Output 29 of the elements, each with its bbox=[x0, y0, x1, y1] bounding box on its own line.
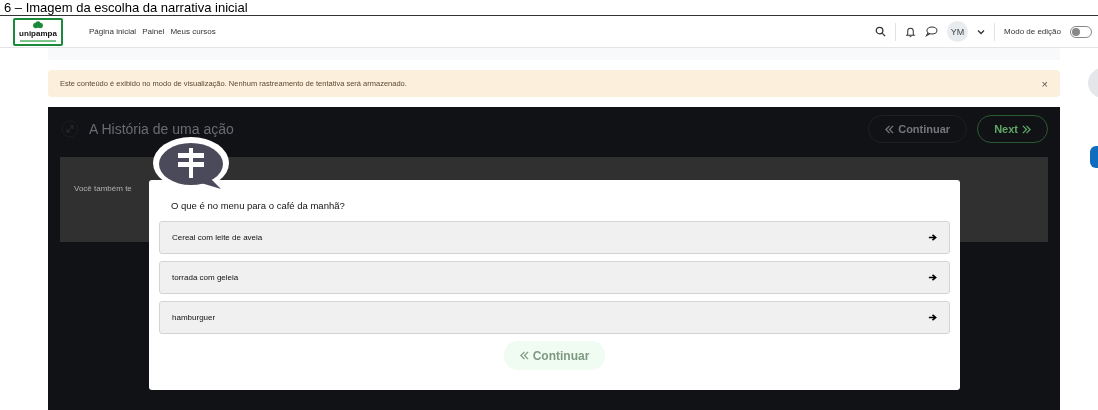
bell-icon[interactable] bbox=[905, 25, 917, 38]
arrow-right-icon bbox=[928, 233, 937, 242]
double-chevron-left-icon bbox=[519, 351, 529, 360]
nav-link[interactable]: Página inicial bbox=[89, 27, 137, 36]
edit-mode-toggle[interactable] bbox=[1070, 25, 1092, 38]
choice-button[interactable]: hamburguer bbox=[159, 301, 950, 334]
question-text: O que é no menu para o café da manhã? bbox=[170, 200, 346, 211]
tree-icon bbox=[31, 21, 45, 30]
choice-button[interactable]: Cereal com leite de aveia bbox=[159, 221, 950, 254]
logo-underline bbox=[20, 40, 56, 42]
figure-caption: 6 – Imagem da escolha da narrativa inicial bbox=[4, 1, 248, 15]
logo[interactable]: unipampa bbox=[13, 17, 63, 46]
double-chevron-left-icon bbox=[885, 124, 895, 134]
slide-text: Você também te bbox=[74, 184, 132, 193]
logo-text: unipampa bbox=[19, 30, 57, 38]
arrow-right-icon bbox=[928, 273, 937, 282]
nav-link[interactable]: Meus cursos bbox=[170, 27, 216, 36]
search-icon[interactable] bbox=[875, 26, 887, 37]
arrow-right-icon bbox=[928, 313, 937, 322]
choice-button[interactable]: torrada com geleia bbox=[159, 261, 950, 294]
user-avatar[interactable]: YM bbox=[947, 21, 969, 42]
caret-icon[interactable] bbox=[977, 28, 986, 35]
close-button[interactable]: × bbox=[1041, 77, 1048, 90]
chat-icon[interactable] bbox=[925, 26, 939, 37]
next-button[interactable]: Next bbox=[977, 115, 1048, 143]
double-chevron-right-icon bbox=[1022, 124, 1031, 134]
activity-title: A História de uma ação bbox=[89, 121, 234, 137]
nav-link[interactable]: Painel bbox=[142, 27, 165, 36]
edit-mode-label: Modo de edição bbox=[1004, 27, 1061, 36]
